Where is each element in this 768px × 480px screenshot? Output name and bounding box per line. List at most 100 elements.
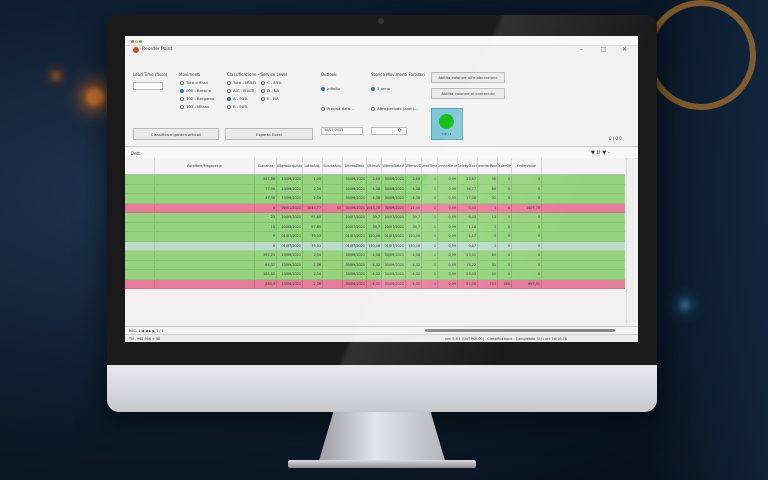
storico-radio-altro[interactable]: Altro periodo (anni)... (371, 106, 418, 111)
abilita-colonne-contenuto-button[interactable]: Abilita colonne al contenuto (431, 88, 505, 99)
table-row[interactable]: 9 01/07/2021 79,33 01/07/2021 130,46 01/07/20… (125, 232, 625, 242)
table-cell (125, 222, 155, 231)
table-row[interactable]: 77,90 13/09/2021 2,34 30/09/2021 4,38 30/09/2… (125, 184, 625, 194)
minimize-icon[interactable]: – (580, 46, 583, 53)
table-cell (323, 194, 343, 203)
column-header[interactable]: OrderQty (498, 158, 512, 174)
table-row[interactable]: 341,36 13/09/2021 1,00 30/09/2021 2,69 30/09/… (125, 175, 625, 185)
refresh-icon[interactable]: ⟳ (398, 128, 402, 134)
table-cell (125, 260, 155, 269)
background-glow (680, 300, 690, 310)
movimenti-radio-tutti[interactable]: Tutti e filiali (180, 80, 208, 85)
outlook-radio-infinito[interactable]: Infinito (321, 86, 340, 91)
table-row[interactable]: 184,62 13/09/2021 2,34 30/09/2021 4,32 30/09/… (125, 270, 625, 280)
table-cell: 9 (255, 232, 277, 241)
column-header[interactable]: UltimoDataV. (382, 158, 406, 174)
column-header[interactable]: Giacenza (255, 158, 277, 174)
column-header[interactable] (125, 158, 155, 174)
table-cell (323, 251, 343, 260)
table-cell: 30/09/2021 (343, 175, 367, 184)
table-cell: 32 (478, 194, 498, 203)
status-tile: OK / 1 (431, 108, 463, 140)
table-cell: 4,32 (406, 279, 422, 288)
table-cell: 4,38 (367, 194, 382, 203)
column-header[interactable]: LeadTime (422, 158, 438, 174)
table-row[interactable]: 15 20/05/2021 97,85 20/07/2021 39,7 20/07/202… (125, 222, 625, 232)
column-header[interactable]: OrderValue (512, 158, 542, 174)
classe-radio-e[interactable]: E - NA (261, 96, 279, 101)
table-row[interactable]: 47,36 13/09/2021 2,34 30/09/2021 4,38 30/09/2… (125, 194, 625, 204)
table-cell: 23,67 (458, 175, 478, 184)
table-cell: 0 (498, 175, 512, 184)
maximize-icon[interactable]: □ (601, 46, 607, 53)
table-cell: 3 (478, 241, 498, 250)
column-header[interactable]: ServiceLevel (438, 158, 458, 174)
movimenti-radio-bergamo[interactable]: 102 - Bergamo (180, 96, 214, 101)
classifica-button[interactable]: Classifica e genera articoli (133, 128, 219, 140)
classe-radio-b[interactable]: B - 90% (227, 104, 248, 109)
table-cell: 6,03 (458, 213, 478, 222)
table-cell: 39,7 (367, 213, 382, 222)
column-header[interactable]: ScortaAcq. (323, 158, 343, 174)
table-cell: 13/09/2021 (277, 194, 303, 203)
table-cell: 4,38 (406, 184, 422, 193)
close-icon[interactable]: ✕ (622, 46, 627, 53)
table-cell: 1,17 (458, 232, 478, 241)
column-header[interactable]: LottoAcq. (303, 158, 323, 174)
column-header[interactable]: Fornitore/Magazzino (155, 158, 255, 174)
table-cell: 01/07/2021 (382, 241, 406, 250)
table-cell: 13/09/2021 (277, 251, 303, 260)
monitor-stand-neck (318, 412, 446, 464)
classe-radio-d[interactable]: D - NA (261, 88, 279, 93)
classe-radio-a[interactable]: A - 95% (227, 96, 248, 101)
table-cell (323, 213, 343, 222)
table-cell (323, 232, 343, 241)
table-row[interactable]: 23 20/05/2021 97,80 20/07/2021 39,7 20/07/202… (125, 213, 625, 223)
table-row[interactable]: 84,37 13/09/2021 2,36 30/09/2021 4,32 30/09/2… (125, 260, 625, 270)
vertical-scrollbar[interactable] (626, 158, 635, 324)
table-row[interactable]: 583,3 13/09/2021 2,36 30/09/2021 4,32 30/09/2… (125, 279, 625, 289)
table-cell: 0 (512, 213, 542, 222)
column-header[interactable]: UltimaData (343, 158, 367, 174)
table-cell (323, 241, 343, 250)
column-header[interactable]: UltimoAcquisto (277, 158, 303, 174)
column-header[interactable]: SafetyStock (458, 158, 478, 174)
classe-radio-c[interactable]: C - 85% (261, 80, 282, 85)
lead-time-input[interactable] (133, 82, 163, 90)
table-cell: 1 (422, 184, 438, 193)
table-row[interactable]: 8 01/07/2021 79,33 01/07/2021 130,46 01/07/20… (125, 241, 625, 251)
window-traffic-lights (131, 39, 143, 44)
classe-radio-tutti[interactable]: Tutti - MULTI (227, 80, 256, 85)
table-cell: 30/09/2021 (382, 260, 406, 269)
column-header[interactable]: UltimoV. (367, 158, 382, 174)
window-title: Reorder Point (142, 47, 173, 52)
table-cell: 15 (255, 222, 277, 231)
table-cell: 1 (422, 175, 438, 184)
table-cell: 4,38 (406, 194, 422, 203)
movimenti-radio-milano[interactable]: 103 - Milano (180, 104, 209, 109)
classe-radio-ac[interactable]: A/C - MULTI (227, 88, 254, 93)
table-row[interactable]: 391,23 13/09/2021 2,34 30/09/2021 4,38 30/09/… (125, 251, 625, 261)
storico-radio-1anno[interactable]: 1 anno (371, 86, 390, 91)
table-cell (155, 175, 255, 184)
table-cell: 15,22 (458, 260, 478, 269)
abilita-colonne-elaborazione-button[interactable]: Abilita colonne all'elaborazione (431, 72, 505, 83)
horizontal-scrollbar[interactable] (425, 329, 615, 332)
background-glow (52, 72, 60, 80)
table-cell: 2,36 (303, 279, 323, 288)
grid-filter-icon[interactable]: ▼ ⇵ ▼ – (591, 150, 610, 156)
record-navigator[interactable]: REC: 1 ◀ ◀ ▶ ▶ 1 / 1 (129, 329, 164, 333)
outlook-radio-data[interactable]: Precisa data... (321, 106, 354, 111)
table-cell: 4,32 (367, 260, 382, 269)
table-row[interactable]: 0 06/01/2021 1043,77 53 30/09/2021 1043,70 30/… (125, 203, 625, 213)
column-header[interactable]: ReorderPoint (478, 158, 498, 174)
table-cell: 0 (512, 241, 542, 250)
table-cell: 20/07/2021 (343, 222, 367, 231)
movimenti-radio-brescia[interactable]: 000 - Brescia (180, 88, 211, 93)
table-cell: 0,99 (438, 203, 458, 212)
outlook-date-picker[interactable]: 30/11/2021 (321, 127, 363, 135)
column-header[interactable]: UltimoVD (406, 158, 422, 174)
esporta-excel-button[interactable]: Esporta Excel (225, 128, 313, 140)
table-cell: 84,37 (255, 260, 277, 269)
status-right: ver. 5.6.1 (DAT-PSE.00) - Classificazion… (445, 337, 567, 341)
